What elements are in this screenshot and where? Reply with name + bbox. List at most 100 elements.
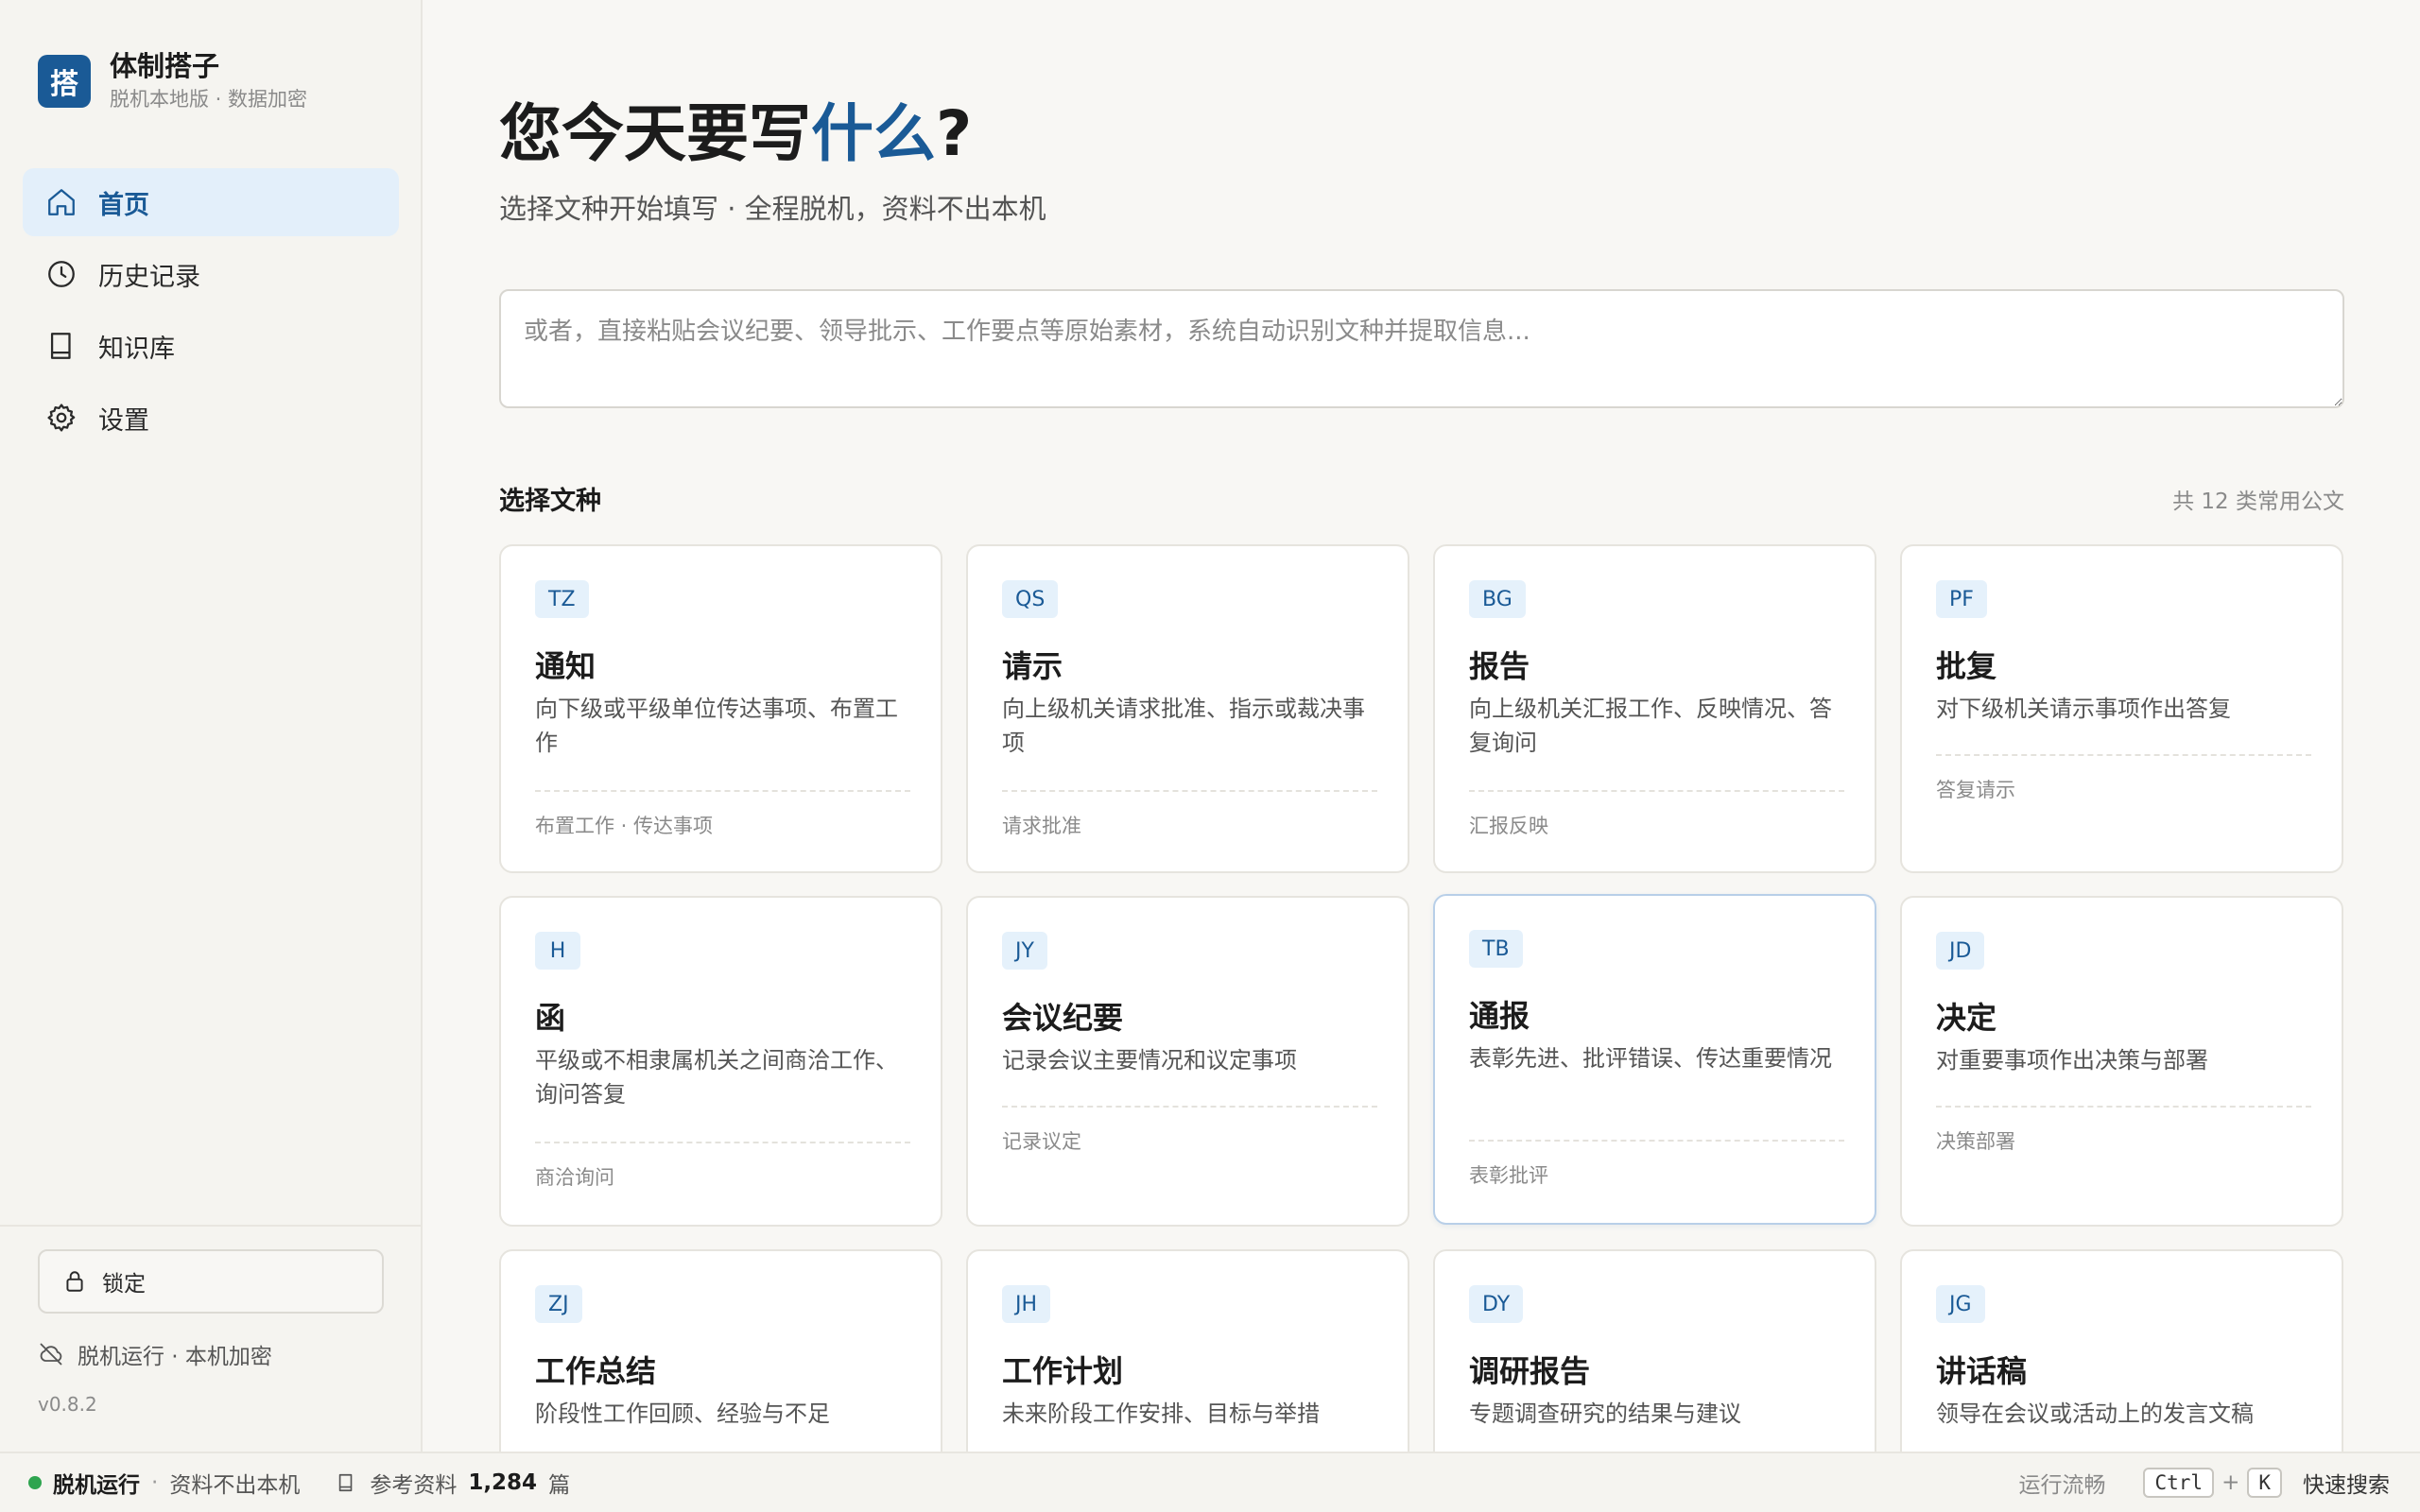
doc-type-tag: 表彰批评 — [1469, 1164, 1548, 1187]
kbd-k: K — [2247, 1468, 2282, 1498]
doc-type-card-bulletin[interactable]: TB 通报 表彰先进、批评错误、传达重要情况 表彰批评 — [1433, 894, 1876, 1225]
card-divider — [535, 790, 910, 792]
doc-type-desc: 阶段性工作回顾、经验与不足 — [535, 1400, 830, 1427]
sidebar-item-label: 首页 — [98, 190, 149, 220]
card-divider — [535, 1142, 910, 1143]
sidebar-item-home[interactable]: 首页 — [23, 168, 399, 236]
section-count: 共 12 类常用公文 — [2172, 489, 2344, 514]
sidebar-item-label: 设置 — [98, 405, 149, 436]
brand: 搭 体制搭子 脱机本地版 · 数据加密 — [38, 49, 307, 113]
refs-count: 1,284 — [468, 1470, 538, 1495]
book-icon — [50, 333, 71, 359]
home-icon — [48, 189, 75, 215]
doc-type-code: PF — [1936, 580, 1987, 618]
sidebar-nav: 首页 历史记录 知识库 设置 — [23, 168, 399, 455]
separator-dot: · — [151, 1470, 159, 1495]
clock-icon — [48, 261, 75, 287]
page-title: 您今天要写什么? — [499, 83, 972, 174]
doc-type-desc: 向下级或平级单位传达事项、布置工作 — [535, 696, 898, 756]
doc-type-title: 通报 — [1469, 998, 1530, 1034]
section-title: 选择文种 — [499, 487, 601, 516]
doc-type-card-request[interactable]: QS 请示 向上级机关请求批准、指示或裁决事项 请求批准 — [966, 544, 1409, 873]
doc-type-title: 决定 — [1936, 1000, 1997, 1036]
material-paste-input[interactable] — [499, 289, 2344, 408]
doc-type-desc: 专题调查研究的结果与建议 — [1469, 1400, 1741, 1427]
doc-type-title: 通知 — [535, 648, 596, 684]
doc-type-card-letter[interactable]: H 函 平级或不相隶属机关之间商洽工作、询问答复 商洽询问 — [499, 896, 942, 1227]
doc-type-desc: 领导在会议或活动上的发言文稿 — [1936, 1400, 2254, 1427]
quick-search-button[interactable]: 快速搜索 — [2303, 1467, 2390, 1499]
kbd-ctrl: Ctrl — [2143, 1468, 2215, 1498]
cloud-off-icon — [40, 1343, 62, 1366]
doc-type-grid: TZ 通知 向下级或平级单位传达事项、布置工作 布置工作 · 传达事项 QS 请… — [499, 544, 2344, 1452]
sidebar-item-knowledge[interactable]: 知识库 — [23, 312, 399, 380]
doc-type-card-report[interactable]: BG 报告 向上级机关汇报工作、反映情况、答复询问 汇报反映 — [1433, 544, 1876, 873]
doc-type-code: DY — [1469, 1285, 1524, 1323]
doc-type-code: H — [535, 932, 580, 970]
doc-type-code: JD — [1936, 932, 1985, 970]
doc-type-title: 请示 — [1002, 648, 1063, 684]
doc-type-card-research[interactable]: DY 调研报告 专题调查研究的结果与建议 — [1433, 1249, 1876, 1452]
doc-type-desc: 平级或不相隶属机关之间商洽工作、询问答复 — [535, 1047, 898, 1108]
sidebar-footer: 锁定 脱机运行 · 本机加密 v0.8.2 — [0, 1225, 421, 1416]
status-label: 脱机运行 — [53, 1473, 140, 1498]
doc-type-code: JY — [1002, 932, 1047, 970]
doc-type-code: QS — [1002, 580, 1059, 618]
book-icon — [339, 1473, 353, 1492]
doc-type-tag: 布置工作 · 传达事项 — [535, 815, 714, 837]
doc-type-card-notice[interactable]: TZ 通知 向下级或平级单位传达事项、布置工作 布置工作 · 传达事项 — [499, 544, 942, 873]
online-status-dot — [28, 1476, 42, 1489]
doc-type-title: 报告 — [1469, 648, 1530, 684]
page-subtitle: 选择文种开始填写 · 全程脱机，资料不出本机 — [499, 193, 1046, 225]
card-divider — [1936, 754, 2311, 756]
lock-label: 锁定 — [102, 1272, 146, 1297]
card-divider — [1469, 790, 1844, 792]
doc-type-title: 批复 — [1936, 648, 1997, 684]
status-note: 资料不出本机 — [169, 1473, 301, 1498]
doc-type-card-summary[interactable]: ZJ 工作总结 阶段性工作回顾、经验与不足 — [499, 1249, 942, 1452]
doc-type-card-reply[interactable]: PF 批复 对下级机关请示事项作出答复 答复请示 — [1900, 544, 2343, 873]
doc-type-title: 工作总结 — [535, 1353, 657, 1389]
doc-type-desc: 对下级机关请示事项作出答复 — [1936, 696, 2231, 722]
sidebar-item-label: 历史记录 — [98, 262, 200, 292]
doc-type-desc: 向上级机关请求批准、指示或裁决事项 — [1002, 696, 1365, 756]
title-prefix: 您今天要写 — [499, 97, 811, 170]
doc-type-card-decision[interactable]: JD 决定 对重要事项作出决策与部署 决策部署 — [1900, 896, 2343, 1227]
lock-icon — [66, 1271, 83, 1292]
refs-label: 参考资料 — [370, 1473, 458, 1498]
lock-button[interactable]: 锁定 — [38, 1249, 384, 1314]
brand-subtitle: 脱机本地版 · 数据加密 — [110, 88, 308, 111]
brand-logo: 搭 — [38, 55, 91, 108]
doc-type-card-minutes[interactable]: JY 会议纪要 记录会议主要情况和议定事项 记录议定 — [966, 896, 1409, 1227]
app-version: v0.8.2 — [38, 1393, 97, 1416]
doc-type-code: TZ — [535, 580, 589, 618]
doc-type-title: 会议纪要 — [1002, 1000, 1124, 1036]
sidebar-item-history[interactable]: 历史记录 — [23, 240, 399, 308]
offline-note: 脱机运行 · 本机加密 — [38, 1338, 272, 1370]
doc-type-desc: 未来阶段工作安排、目标与举措 — [1002, 1400, 1320, 1427]
doc-type-code: JG — [1936, 1285, 1985, 1323]
offline-note-text: 脱机运行 · 本机加密 — [78, 1345, 272, 1369]
doc-type-card-speech[interactable]: JG 讲话稿 领导在会议或活动上的发言文稿 — [1900, 1249, 2343, 1452]
card-divider — [1002, 790, 1377, 792]
section-header: 选择文种 共 12 类常用公文 — [499, 480, 2344, 517]
sidebar: 搭 体制搭子 脱机本地版 · 数据加密 首页 历史记录 知识库 设置 锁定 脱机… — [0, 0, 423, 1452]
doc-type-code: TB — [1469, 930, 1523, 968]
status-right: 运行流畅 Ctrl + K 快速搜索 — [2018, 1453, 2390, 1512]
gear-icon — [47, 404, 76, 432]
doc-type-tag: 请求批准 — [1002, 815, 1081, 837]
doc-type-tag: 商洽询问 — [535, 1166, 614, 1189]
card-divider — [1936, 1106, 2311, 1108]
doc-type-tag: 决策部署 — [1936, 1130, 2015, 1153]
sidebar-item-label: 知识库 — [98, 334, 175, 364]
doc-type-tag: 记录议定 — [1002, 1130, 1081, 1153]
title-accent: 什么 — [811, 97, 936, 170]
doc-type-desc: 向上级机关汇报工作、反映情况、答复询问 — [1469, 696, 1832, 756]
sidebar-item-settings[interactable]: 设置 — [23, 384, 399, 452]
doc-type-code: BG — [1469, 580, 1526, 618]
brand-name: 体制搭子 — [110, 50, 220, 82]
doc-type-title: 调研报告 — [1469, 1353, 1591, 1389]
card-divider — [1469, 1140, 1844, 1142]
status-bar: 脱机运行 · 资料不出本机 参考资料 1,284 篇 运行流畅 Ctrl + K… — [0, 1452, 2420, 1512]
doc-type-card-plan[interactable]: JH 工作计划 未来阶段工作安排、目标与举措 — [966, 1249, 1409, 1452]
